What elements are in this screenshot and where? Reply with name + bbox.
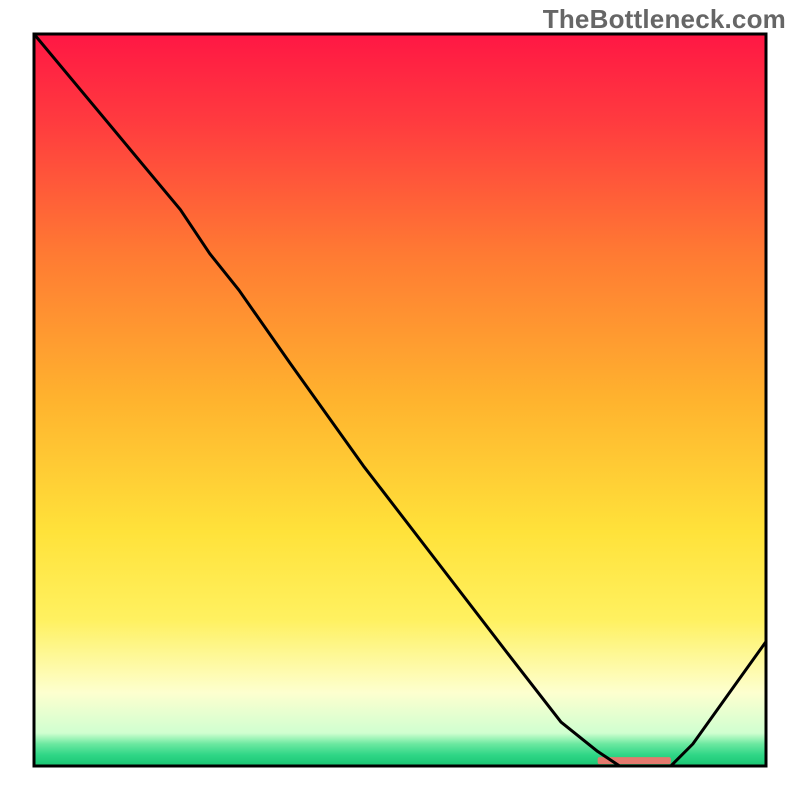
watermark-label: TheBottleneck.com xyxy=(543,4,786,35)
chart-container: TheBottleneck.com xyxy=(0,0,800,800)
gradient-background xyxy=(34,34,766,766)
chart-svg xyxy=(0,0,800,800)
